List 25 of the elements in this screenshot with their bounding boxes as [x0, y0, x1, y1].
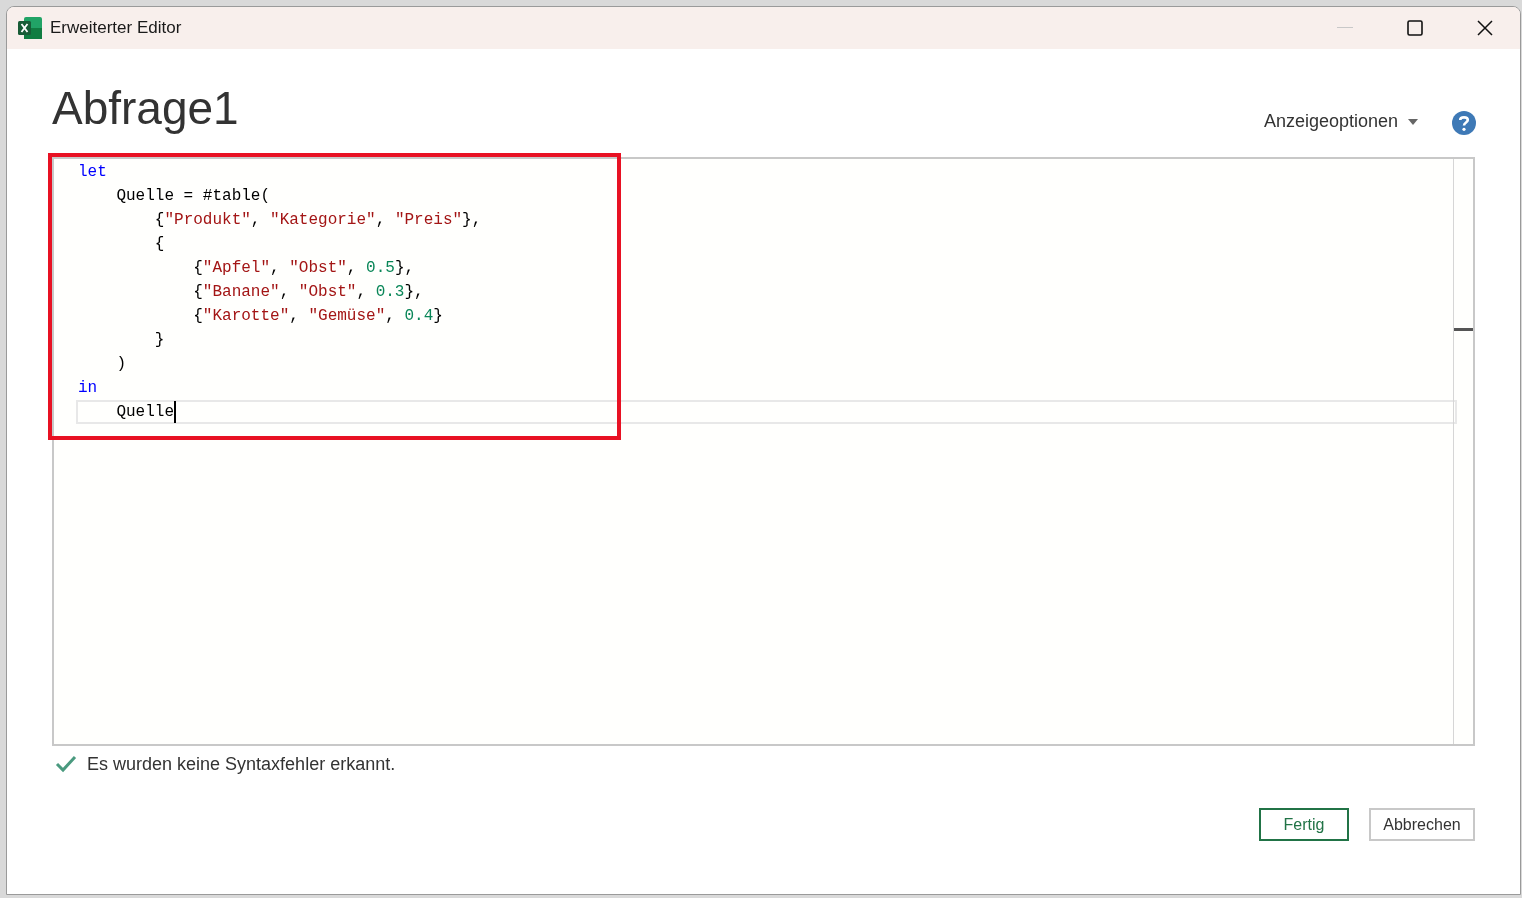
code-line: Quelle = #table( [115, 186, 272, 207]
code-line: {"Karotte", "Gemüse", 0.4} [192, 306, 444, 327]
code-line: {"Banane", "Obst", 0.3}, [192, 282, 425, 303]
cancel-button[interactable]: Abbrechen [1369, 808, 1475, 841]
code-line: { [153, 234, 166, 255]
scroll-marker [1454, 328, 1473, 331]
code-editor[interactable]: let Quelle = #table( {"Produkt", "Kategorie", "Preis"}, { {"Apfel", "Obst", 0.5}, {"Banane", "Obst", 0.3}, {"Karotte", "Gemüse", 0.4} } ) in Quelle [52, 157, 1475, 746]
maximize-icon [1407, 20, 1423, 36]
code-line: {"Produkt", "Kategorie", "Preis"}, [153, 210, 483, 231]
display-options-dropdown[interactable]: Anzeigeoptionen [1263, 108, 1418, 135]
done-button[interactable]: Fertig [1259, 808, 1349, 841]
status-message: Es wurden keine Syntaxfehler erkannt. [87, 752, 396, 776]
spreadsheet-app-icon [18, 17, 42, 39]
code-line: ) [115, 354, 127, 375]
query-title: Abfrage1 [52, 81, 239, 136]
text-cursor [174, 401, 176, 423]
minimize-icon [1337, 27, 1353, 29]
close-icon [1477, 20, 1493, 36]
code-line: {"Apfel", "Obst", 0.5}, [192, 258, 416, 279]
code-line: in [78, 378, 99, 399]
help-icon[interactable] [1452, 111, 1476, 135]
window-title: Erweiterter Editor [50, 17, 182, 40]
code-line: } [153, 330, 166, 351]
code-line: let [78, 162, 108, 183]
caret-icon [1408, 118, 1418, 125]
